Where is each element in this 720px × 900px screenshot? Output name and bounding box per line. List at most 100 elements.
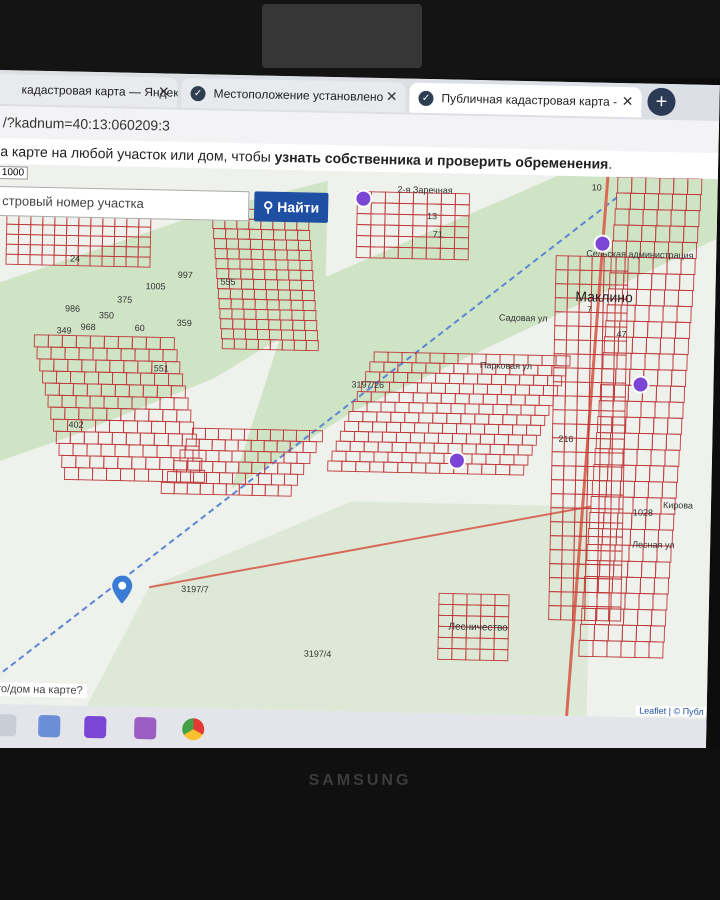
parcel[interactable] [553, 367, 567, 383]
parcel[interactable] [623, 432, 639, 450]
parcel[interactable] [456, 423, 472, 435]
parcel[interactable] [387, 451, 403, 463]
parcel[interactable] [552, 409, 566, 425]
parcel[interactable] [634, 640, 650, 659]
parcel[interactable] [551, 451, 565, 467]
parcel[interactable] [414, 422, 430, 434]
parcel[interactable] [102, 225, 116, 237]
parcel[interactable] [635, 288, 652, 307]
close-icon[interactable]: ✕ [622, 93, 634, 110]
parcel[interactable] [370, 224, 386, 237]
parcel[interactable] [595, 432, 611, 450]
parcel[interactable] [160, 482, 175, 495]
parcel[interactable] [446, 412, 462, 425]
parcel[interactable] [671, 369, 687, 387]
parcel[interactable] [603, 336, 620, 354]
parcel[interactable] [270, 473, 286, 486]
parcel[interactable] [384, 224, 400, 237]
parcel[interactable] [89, 455, 105, 469]
parcel[interactable] [437, 432, 453, 445]
file-explorer-icon[interactable] [0, 714, 17, 737]
chrome-icon[interactable] [182, 717, 205, 741]
parcel[interactable] [77, 235, 92, 247]
parcel[interactable] [610, 508, 624, 524]
parcel[interactable] [356, 224, 372, 237]
parcel[interactable] [97, 431, 113, 445]
parcel[interactable] [369, 235, 386, 248]
parcel[interactable] [577, 353, 591, 369]
cadastral-search-input[interactable]: стровый номер участка [0, 185, 250, 222]
parcel[interactable] [162, 409, 178, 423]
parcel[interactable] [492, 403, 508, 416]
parcel[interactable] [400, 422, 416, 434]
parcel[interactable] [367, 431, 383, 443]
parcel[interactable] [339, 430, 355, 442]
parcel[interactable] [613, 560, 629, 578]
parcel[interactable] [651, 433, 667, 451]
parcel[interactable] [416, 382, 432, 394]
parcel[interactable] [534, 404, 550, 417]
parcel[interactable] [472, 383, 488, 395]
parcel[interactable] [478, 403, 494, 415]
parcel[interactable] [648, 305, 664, 323]
parcel[interactable] [651, 609, 667, 627]
parcel[interactable] [142, 444, 158, 458]
parcel[interactable] [181, 433, 197, 447]
parcel[interactable] [601, 354, 615, 370]
parcel[interactable] [122, 420, 139, 434]
parcel[interactable] [277, 484, 292, 497]
parcel[interactable] [440, 392, 456, 405]
parcel[interactable] [489, 443, 505, 456]
parcel[interactable] [502, 414, 518, 426]
parcel[interactable] [372, 421, 388, 433]
parcel[interactable] [537, 364, 553, 377]
parcel[interactable] [238, 483, 253, 496]
parcel[interactable] [302, 440, 317, 454]
parcel[interactable] [17, 253, 31, 266]
parcel[interactable] [680, 257, 696, 276]
parcel[interactable] [355, 246, 371, 259]
parcel[interactable] [156, 444, 172, 459]
parcel[interactable] [86, 443, 102, 457]
parcel[interactable] [669, 385, 685, 403]
parcel[interactable] [475, 443, 491, 455]
winrar-icon[interactable] [134, 716, 157, 740]
parcel[interactable] [186, 482, 201, 495]
parcel[interactable] [506, 404, 522, 416]
parcel[interactable] [595, 608, 611, 626]
parcel[interactable] [218, 450, 233, 463]
parcel[interactable] [225, 461, 240, 474]
parcel[interactable] [41, 244, 55, 256]
parcel[interactable] [126, 226, 140, 238]
parcel[interactable] [376, 411, 392, 423]
parcel[interactable] [41, 234, 56, 246]
parcel[interactable] [5, 243, 19, 255]
parcel[interactable] [418, 412, 434, 424]
parcel[interactable] [631, 336, 647, 355]
parcel[interactable] [606, 640, 622, 658]
parcel[interactable] [520, 404, 536, 416]
parcel[interactable] [598, 480, 612, 496]
find-button[interactable]: ⚲ Найти [253, 191, 329, 223]
tab-location[interactable]: ✓ Местоположение установлено ✕ [181, 77, 406, 113]
parcel[interactable] [18, 223, 32, 236]
parcel[interactable] [676, 305, 692, 323]
parcel[interactable] [485, 453, 501, 466]
parcel[interactable] [623, 608, 639, 626]
parcel[interactable] [453, 363, 469, 375]
parcel[interactable] [433, 442, 449, 454]
parcel[interactable] [491, 373, 507, 386]
parcel[interactable] [465, 433, 481, 445]
parcel[interactable] [128, 444, 144, 458]
parcel[interactable] [17, 233, 32, 246]
parcel[interactable] [369, 461, 385, 473]
parcel[interactable] [148, 408, 164, 422]
parcel[interactable] [562, 479, 576, 495]
parcel[interactable] [114, 225, 128, 238]
parcel[interactable] [458, 383, 474, 395]
parcel[interactable] [108, 419, 125, 434]
parcel[interactable] [119, 468, 136, 482]
parcel[interactable] [547, 375, 563, 387]
parcel[interactable] [373, 451, 389, 463]
parcel[interactable] [5, 253, 19, 265]
